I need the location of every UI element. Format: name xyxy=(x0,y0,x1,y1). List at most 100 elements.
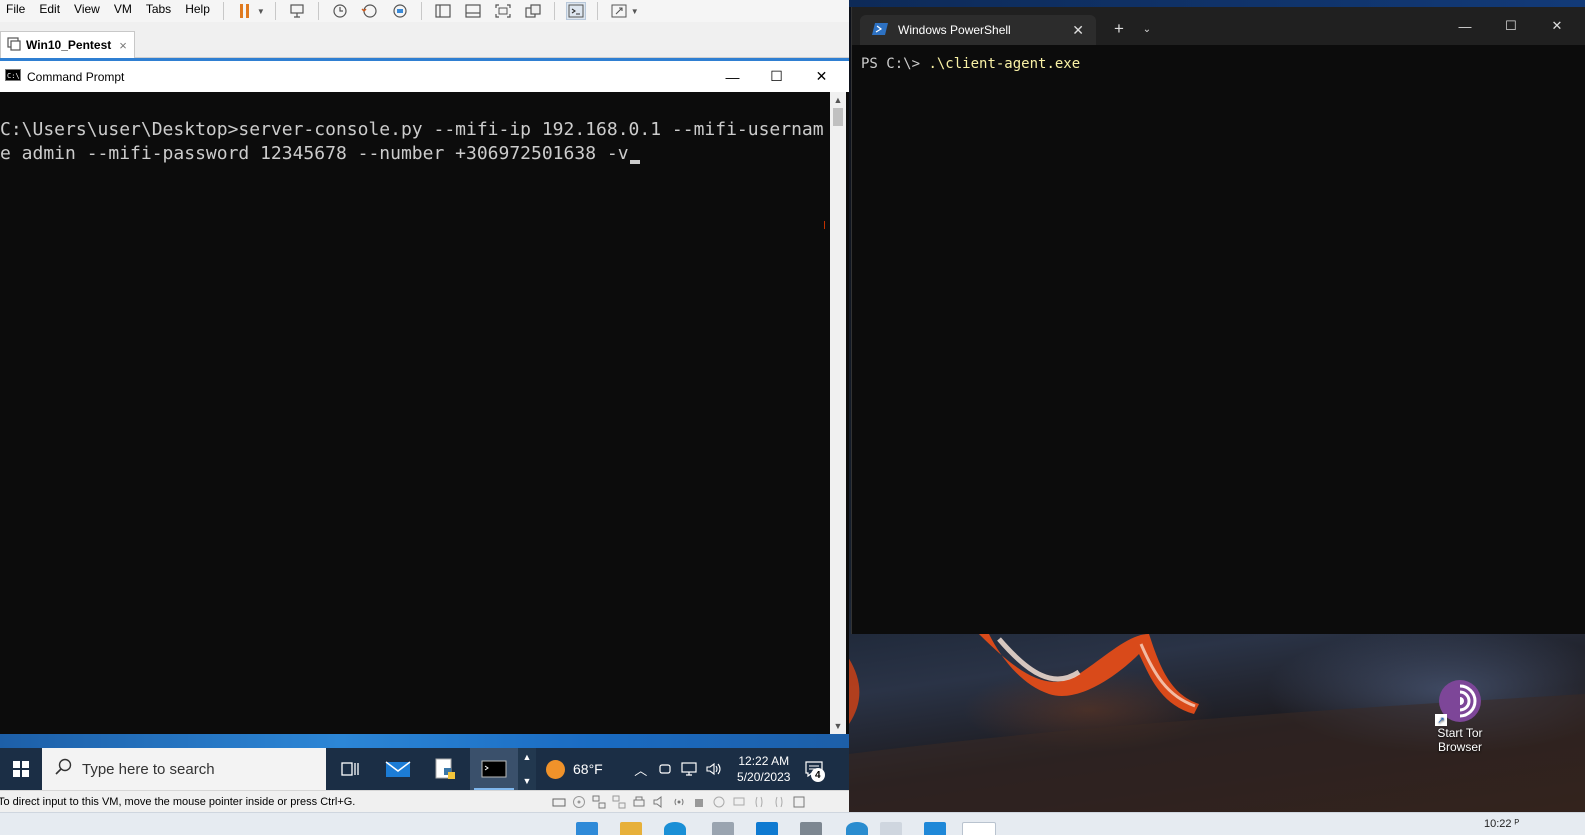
app-icon[interactable] xyxy=(880,822,902,835)
chevron-down-icon[interactable]: ▼ xyxy=(257,7,265,16)
close-icon[interactable]: × xyxy=(119,38,127,53)
chevron-down-icon[interactable]: ▼ xyxy=(631,7,639,16)
show-library-icon[interactable] xyxy=(433,2,453,20)
clock-date: 5/20/2023 xyxy=(737,770,791,784)
display-icon[interactable] xyxy=(731,794,746,809)
console-line-text: e admin --mifi-password 12345678 --numbe… xyxy=(0,143,629,164)
cd-drive-icon[interactable] xyxy=(571,794,586,809)
app-icon[interactable] xyxy=(756,822,778,835)
cmd-titlebar[interactable]: C:\ Command Prompt — ☐ ✕ xyxy=(0,61,849,92)
toolbar-divider xyxy=(420,2,422,20)
scroll-down-icon[interactable]: ▼ xyxy=(830,718,846,734)
task-view-button[interactable] xyxy=(326,748,374,790)
guest-taskbar: Type here to search ▲ ▼ 68°F ︿ 12:22 AM … xyxy=(0,748,849,790)
close-tab-icon[interactable]: ✕ xyxy=(1072,22,1084,39)
toolbar-divider xyxy=(317,2,319,20)
desktop-icon-label-line1: Start Tor xyxy=(1437,726,1483,740)
tor-browser-icon: ↗ xyxy=(1435,678,1483,726)
weather-widget[interactable]: 68°F xyxy=(546,759,603,779)
menu-view[interactable]: View xyxy=(67,0,107,22)
scroll-up-icon[interactable]: ▲ xyxy=(830,92,846,108)
menu-file[interactable]: File xyxy=(0,0,32,22)
taskbar-search[interactable]: Type here to search xyxy=(42,748,326,790)
cmd-taskbar-button[interactable] xyxy=(470,748,518,790)
message-log-icon[interactable] xyxy=(791,794,806,809)
app-icon[interactable] xyxy=(924,822,946,835)
text-cursor xyxy=(629,160,640,164)
maximize-button[interactable]: ☐ xyxy=(1488,13,1534,39)
svg-text:C:\: C:\ xyxy=(7,72,20,80)
cmd-scrollbar[interactable]: ▲ ▼ xyxy=(830,92,846,734)
new-tab-button[interactable]: + xyxy=(1107,17,1131,41)
menu-tabs[interactable]: Tabs xyxy=(139,0,178,22)
send-keys-icon[interactable] xyxy=(287,2,307,20)
thumbnail-bar-icon[interactable] xyxy=(463,2,483,20)
python-app-button[interactable] xyxy=(422,748,470,790)
menu-edit[interactable]: Edit xyxy=(32,0,67,22)
app-icon[interactable] xyxy=(846,822,868,835)
minimize-button[interactable]: — xyxy=(1442,13,1488,39)
hard-disk-icon[interactable] xyxy=(551,794,566,809)
close-button[interactable]: ✕ xyxy=(1534,13,1580,39)
vm-icon xyxy=(7,36,21,54)
toolbar-divider xyxy=(596,2,598,20)
network-adapter-icon[interactable] xyxy=(591,794,606,809)
taskbar-scroller[interactable]: ▲ ▼ xyxy=(518,748,536,790)
mail-app-button[interactable] xyxy=(374,748,422,790)
bracket-device-icon[interactable] xyxy=(751,794,766,809)
menu-help[interactable]: Help xyxy=(178,0,217,22)
task-view-icon xyxy=(341,762,359,776)
powershell-titlebar[interactable]: Windows PowerShell ✕ + ⌄ — ☐ ✕ xyxy=(852,7,1585,45)
tab-windows-powershell[interactable]: Windows PowerShell ✕ xyxy=(860,15,1096,45)
toolbar-divider xyxy=(274,2,276,20)
sound-card-icon[interactable] xyxy=(651,794,666,809)
network-adapter-2-icon[interactable] xyxy=(611,794,626,809)
guest-screen[interactable]: C:\ Command Prompt — ☐ ✕ C:\Users\user\D… xyxy=(0,61,849,790)
host-clock[interactable]: 10:22 ᴾ xyxy=(1484,818,1519,830)
status-message: To direct input to this VM, move the mou… xyxy=(0,795,356,808)
cmd-console[interactable]: C:\Users\user\Desktop>server-console.py … xyxy=(0,92,830,734)
meet-now-icon[interactable] xyxy=(653,748,677,790)
printer-icon[interactable] xyxy=(631,794,646,809)
minimize-button[interactable]: — xyxy=(710,61,755,92)
file-explorer-icon[interactable] xyxy=(620,822,642,835)
close-button[interactable]: ✕ xyxy=(799,61,844,92)
pause-icon[interactable] xyxy=(235,2,255,20)
full-screen-icon[interactable] xyxy=(493,2,513,20)
app-icon[interactable] xyxy=(800,822,822,835)
start-button[interactable] xyxy=(0,748,42,790)
weather-temp: 68°F xyxy=(573,761,603,777)
show-hidden-icons-icon[interactable]: ︿ xyxy=(629,748,653,790)
action-center-button[interactable]: 4 xyxy=(799,748,829,790)
app-icon[interactable] xyxy=(576,822,598,835)
revert-snapshot-icon[interactable] xyxy=(360,2,380,20)
screen: File Edit View VM Tabs Help ▼ ▼ Win10_Pe… xyxy=(0,0,1585,835)
volume-icon[interactable] xyxy=(701,748,725,790)
console-view-icon[interactable] xyxy=(565,2,586,20)
scroll-thumb[interactable] xyxy=(833,108,843,126)
browser-icon[interactable] xyxy=(664,822,686,835)
snapshot-manager-icon[interactable] xyxy=(390,2,410,20)
tab-win10-pentest[interactable]: Win10_Pentest × xyxy=(0,31,135,58)
wireless-icon[interactable] xyxy=(671,794,686,809)
menu-vm[interactable]: VM xyxy=(107,0,139,22)
powershell-window[interactable]: Windows PowerShell ✕ + ⌄ — ☐ ✕ PS C:\> .… xyxy=(851,7,1585,634)
chevron-down-icon[interactable]: ▼ xyxy=(523,776,532,786)
usb-icon[interactable] xyxy=(691,794,706,809)
maximize-button[interactable]: ☐ xyxy=(754,61,799,92)
stretch-guest-icon[interactable] xyxy=(609,2,629,20)
network-icon[interactable] xyxy=(677,748,701,790)
active-app-icon[interactable] xyxy=(962,822,996,835)
app-icon[interactable] xyxy=(712,822,734,835)
snapshot-icon[interactable] xyxy=(330,2,350,20)
host-desktop: Windows PowerShell ✕ + ⌄ — ☐ ✕ PS C:\> .… xyxy=(849,0,1585,812)
powershell-console[interactable]: PS C:\> .\client-agent.exe xyxy=(852,45,1585,634)
camera-icon[interactable] xyxy=(711,794,726,809)
chevron-down-icon[interactable]: ⌄ xyxy=(1137,17,1157,41)
console-line: C:\Users\user\Desktop>server-console.py … xyxy=(0,119,824,140)
bracket-device-2-icon[interactable] xyxy=(771,794,786,809)
taskbar-clock[interactable]: 12:22 AM 5/20/2023 xyxy=(729,753,799,785)
unity-icon[interactable] xyxy=(523,2,543,20)
desktop-icon-tor-browser[interactable]: ↗ Start Tor Browser xyxy=(1415,678,1505,754)
chevron-up-icon[interactable]: ▲ xyxy=(523,752,532,762)
